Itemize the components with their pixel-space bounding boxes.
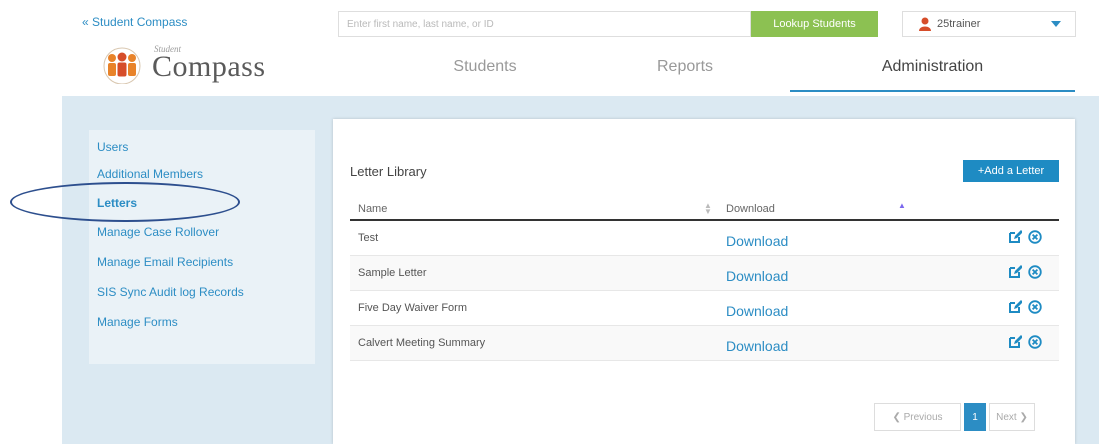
sidebar-item-additional-members[interactable]: Additional Members (97, 167, 203, 181)
letter-name: Test (358, 232, 379, 244)
letter-name: Sample Letter (358, 267, 427, 279)
download-link[interactable]: Download (726, 268, 788, 284)
download-link[interactable]: Download (726, 338, 788, 354)
table-row: Test Download (350, 221, 1059, 256)
letter-name: Calvert Meeting Summary (358, 337, 486, 349)
delete-icon[interactable] (1028, 265, 1042, 279)
chevron-down-icon[interactable] (1051, 21, 1061, 27)
delete-icon[interactable] (1028, 300, 1042, 314)
letter-name: Five Day Waiver Form (358, 302, 467, 314)
tab-administration[interactable]: Administration (790, 58, 1075, 90)
user-menu[interactable]: 25trainer (902, 11, 1076, 37)
tab-students[interactable]: Students (430, 58, 540, 90)
tab-reports[interactable]: Reports (630, 58, 740, 90)
delete-icon[interactable] (1028, 230, 1042, 244)
user-icon (919, 17, 931, 31)
sidebar-item-sis-sync-audit[interactable]: SIS Sync Audit log Records (97, 285, 244, 299)
sort-ascending-icon[interactable]: ▲ (898, 201, 906, 210)
student-compass-logo: Student Compass (98, 44, 268, 84)
active-tab-underline (790, 90, 1075, 92)
student-compass-link[interactable]: « Student Compass (82, 15, 187, 29)
annotation-ellipse (10, 182, 240, 222)
sidebar-item-manage-email-recipients[interactable]: Manage Email Recipients (97, 255, 233, 269)
edit-icon[interactable] (1008, 265, 1022, 279)
user-name: 25trainer (937, 18, 981, 30)
logo-text: Compass (152, 50, 266, 83)
table-row: Sample Letter Download (350, 256, 1059, 291)
add-letter-button[interactable]: +Add a Letter (963, 160, 1059, 182)
sort-icon[interactable]: ▲ ▼ (704, 202, 712, 216)
download-link[interactable]: Download (726, 233, 788, 249)
logo-people-icon (103, 47, 141, 84)
table-row: Five Day Waiver Form Download (350, 291, 1059, 326)
edit-icon[interactable] (1008, 300, 1022, 314)
sidebar-item-manage-case-rollover[interactable]: Manage Case Rollover (97, 225, 219, 239)
edit-icon[interactable] (1008, 335, 1022, 349)
lookup-students-button[interactable]: Lookup Students (751, 11, 878, 37)
previous-page-button[interactable]: ❮ Previous (874, 403, 961, 431)
student-search-input[interactable] (338, 11, 751, 37)
column-header-download[interactable]: Download (726, 203, 775, 215)
column-header-name[interactable]: Name (358, 203, 387, 215)
next-page-button[interactable]: Next ❯ (989, 403, 1035, 431)
sidebar-item-manage-forms[interactable]: Manage Forms (97, 315, 178, 329)
panel-title: Letter Library (350, 164, 427, 179)
delete-icon[interactable] (1028, 335, 1042, 349)
sidebar-item-users[interactable]: Users (97, 140, 128, 154)
page-1-button[interactable]: 1 (964, 403, 986, 431)
download-link[interactable]: Download (726, 303, 788, 319)
admin-sidebar: Users Additional Members Letters Manage … (89, 130, 315, 364)
edit-icon[interactable] (1008, 230, 1022, 244)
table-row: Calvert Meeting Summary Download (350, 326, 1059, 361)
